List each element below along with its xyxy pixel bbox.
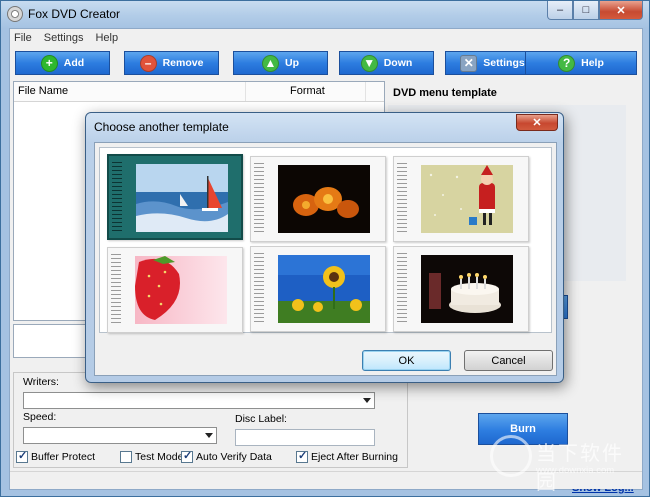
template-thumb-windsurf[interactable] xyxy=(107,154,243,240)
eject-after-burning-checkbox[interactable]: Eject After Burning xyxy=(296,449,398,463)
checkbox-checked xyxy=(16,449,28,463)
toolbar: + Add – Remove ▲ Up ▼ Down ✕ Settings ? … xyxy=(10,47,642,81)
test-mode-label: Test Mode xyxy=(135,451,184,463)
burn-settings-panel: Writers: Speed: Disc Label: Buffer Prote… xyxy=(13,372,408,468)
menu-file[interactable]: File xyxy=(14,32,32,44)
spiral-binding xyxy=(397,163,407,235)
template-thumb-sunflower[interactable] xyxy=(250,246,386,332)
plus-icon: + xyxy=(40,54,58,72)
arrow-down-icon: ▼ xyxy=(360,54,378,72)
checkbox-checked xyxy=(296,449,308,463)
help-icon: ? xyxy=(558,54,576,72)
down-button[interactable]: ▼ Down xyxy=(339,51,434,75)
help-button-label: Help xyxy=(581,57,604,69)
watermark-url: www.downxia.com xyxy=(536,465,615,476)
buffer-protect-label: Buffer Protect xyxy=(31,451,96,463)
window-controls: – □ ✕ xyxy=(547,1,643,20)
dialog-close-button[interactable]: ✕ xyxy=(516,114,558,131)
spiral-binding xyxy=(111,254,121,326)
santa-image xyxy=(421,165,513,233)
template-thumb-birthday-cake[interactable] xyxy=(393,246,529,332)
spiral-binding xyxy=(254,253,264,325)
up-button[interactable]: ▲ Up xyxy=(233,51,328,75)
sunflower-image xyxy=(278,255,370,323)
eject-after-burning-label: Eject After Burning xyxy=(311,451,398,463)
window-title: Fox DVD Creator xyxy=(28,7,121,21)
birthday-cake-image xyxy=(421,255,513,323)
spiral-binding xyxy=(112,162,122,232)
speed-dropdown[interactable] xyxy=(23,427,217,444)
down-button-label: Down xyxy=(383,57,413,69)
menu-help[interactable]: Help xyxy=(95,32,118,44)
auto-verify-label: Auto Verify Data xyxy=(196,451,272,463)
add-button-label: Add xyxy=(63,57,85,69)
title-bar: Fox DVD Creator – □ ✕ xyxy=(1,1,649,27)
buffer-protect-checkbox[interactable]: Buffer Protect xyxy=(16,449,96,463)
menu-template-label: DVD menu template xyxy=(393,87,497,99)
minus-icon: – xyxy=(139,54,157,72)
cancel-button[interactable]: Cancel xyxy=(464,350,553,371)
writers-label: Writers: xyxy=(23,376,59,388)
add-button[interactable]: + Add xyxy=(15,51,110,75)
column-format[interactable]: Format xyxy=(246,82,366,101)
speed-label: Speed: xyxy=(23,411,57,423)
tools-icon: ✕ xyxy=(460,54,478,72)
menu-settings[interactable]: Settings xyxy=(44,32,84,44)
template-dialog: Choose another template ✕ OK Cancel xyxy=(85,112,564,383)
strawberry-image xyxy=(135,256,227,324)
chevron-down-icon xyxy=(205,433,213,438)
ok-button[interactable]: OK xyxy=(362,350,451,371)
watermark-logo-icon xyxy=(490,435,532,477)
menu-bar: File Settings Help xyxy=(10,29,642,47)
help-button[interactable]: ? Help xyxy=(525,51,637,75)
close-button[interactable]: ✕ xyxy=(599,1,643,20)
disc-label-input[interactable] xyxy=(235,429,375,446)
windsurf-image xyxy=(136,164,228,232)
column-file-name[interactable]: File Name xyxy=(14,82,246,101)
watermark: 当下软件园 www.downxia.com xyxy=(490,435,630,494)
arrow-up-icon: ▲ xyxy=(262,54,279,72)
checkbox-unchecked xyxy=(120,451,132,463)
template-thumb-pumpkins[interactable] xyxy=(250,156,386,242)
dialog-body: OK Cancel xyxy=(94,142,557,376)
pumpkins-image xyxy=(278,165,370,233)
file-list-header: File Name Format xyxy=(14,82,384,102)
minimize-button[interactable]: – xyxy=(547,1,573,20)
writers-dropdown[interactable] xyxy=(23,392,375,409)
chevron-down-icon xyxy=(363,398,371,403)
settings-button-label: Settings xyxy=(483,57,525,69)
dvd-disc-icon xyxy=(7,6,23,22)
template-thumb-strawberry[interactable] xyxy=(107,247,243,333)
maximize-button[interactable]: □ xyxy=(573,1,599,20)
up-button-label: Up xyxy=(285,57,299,69)
template-thumb-santa[interactable] xyxy=(393,156,529,242)
remove-button[interactable]: – Remove xyxy=(124,51,219,75)
template-grid xyxy=(99,147,552,333)
checkbox-checked xyxy=(181,449,193,463)
test-mode-checkbox[interactable]: Test Mode xyxy=(120,451,183,463)
auto-verify-checkbox[interactable]: Auto Verify Data xyxy=(181,449,272,463)
remove-button-label: Remove xyxy=(162,57,204,69)
dialog-title: Choose another template xyxy=(94,120,229,134)
spiral-binding xyxy=(254,163,264,235)
disc-label-label: Disc Label: xyxy=(235,413,287,425)
spiral-binding xyxy=(397,253,407,325)
